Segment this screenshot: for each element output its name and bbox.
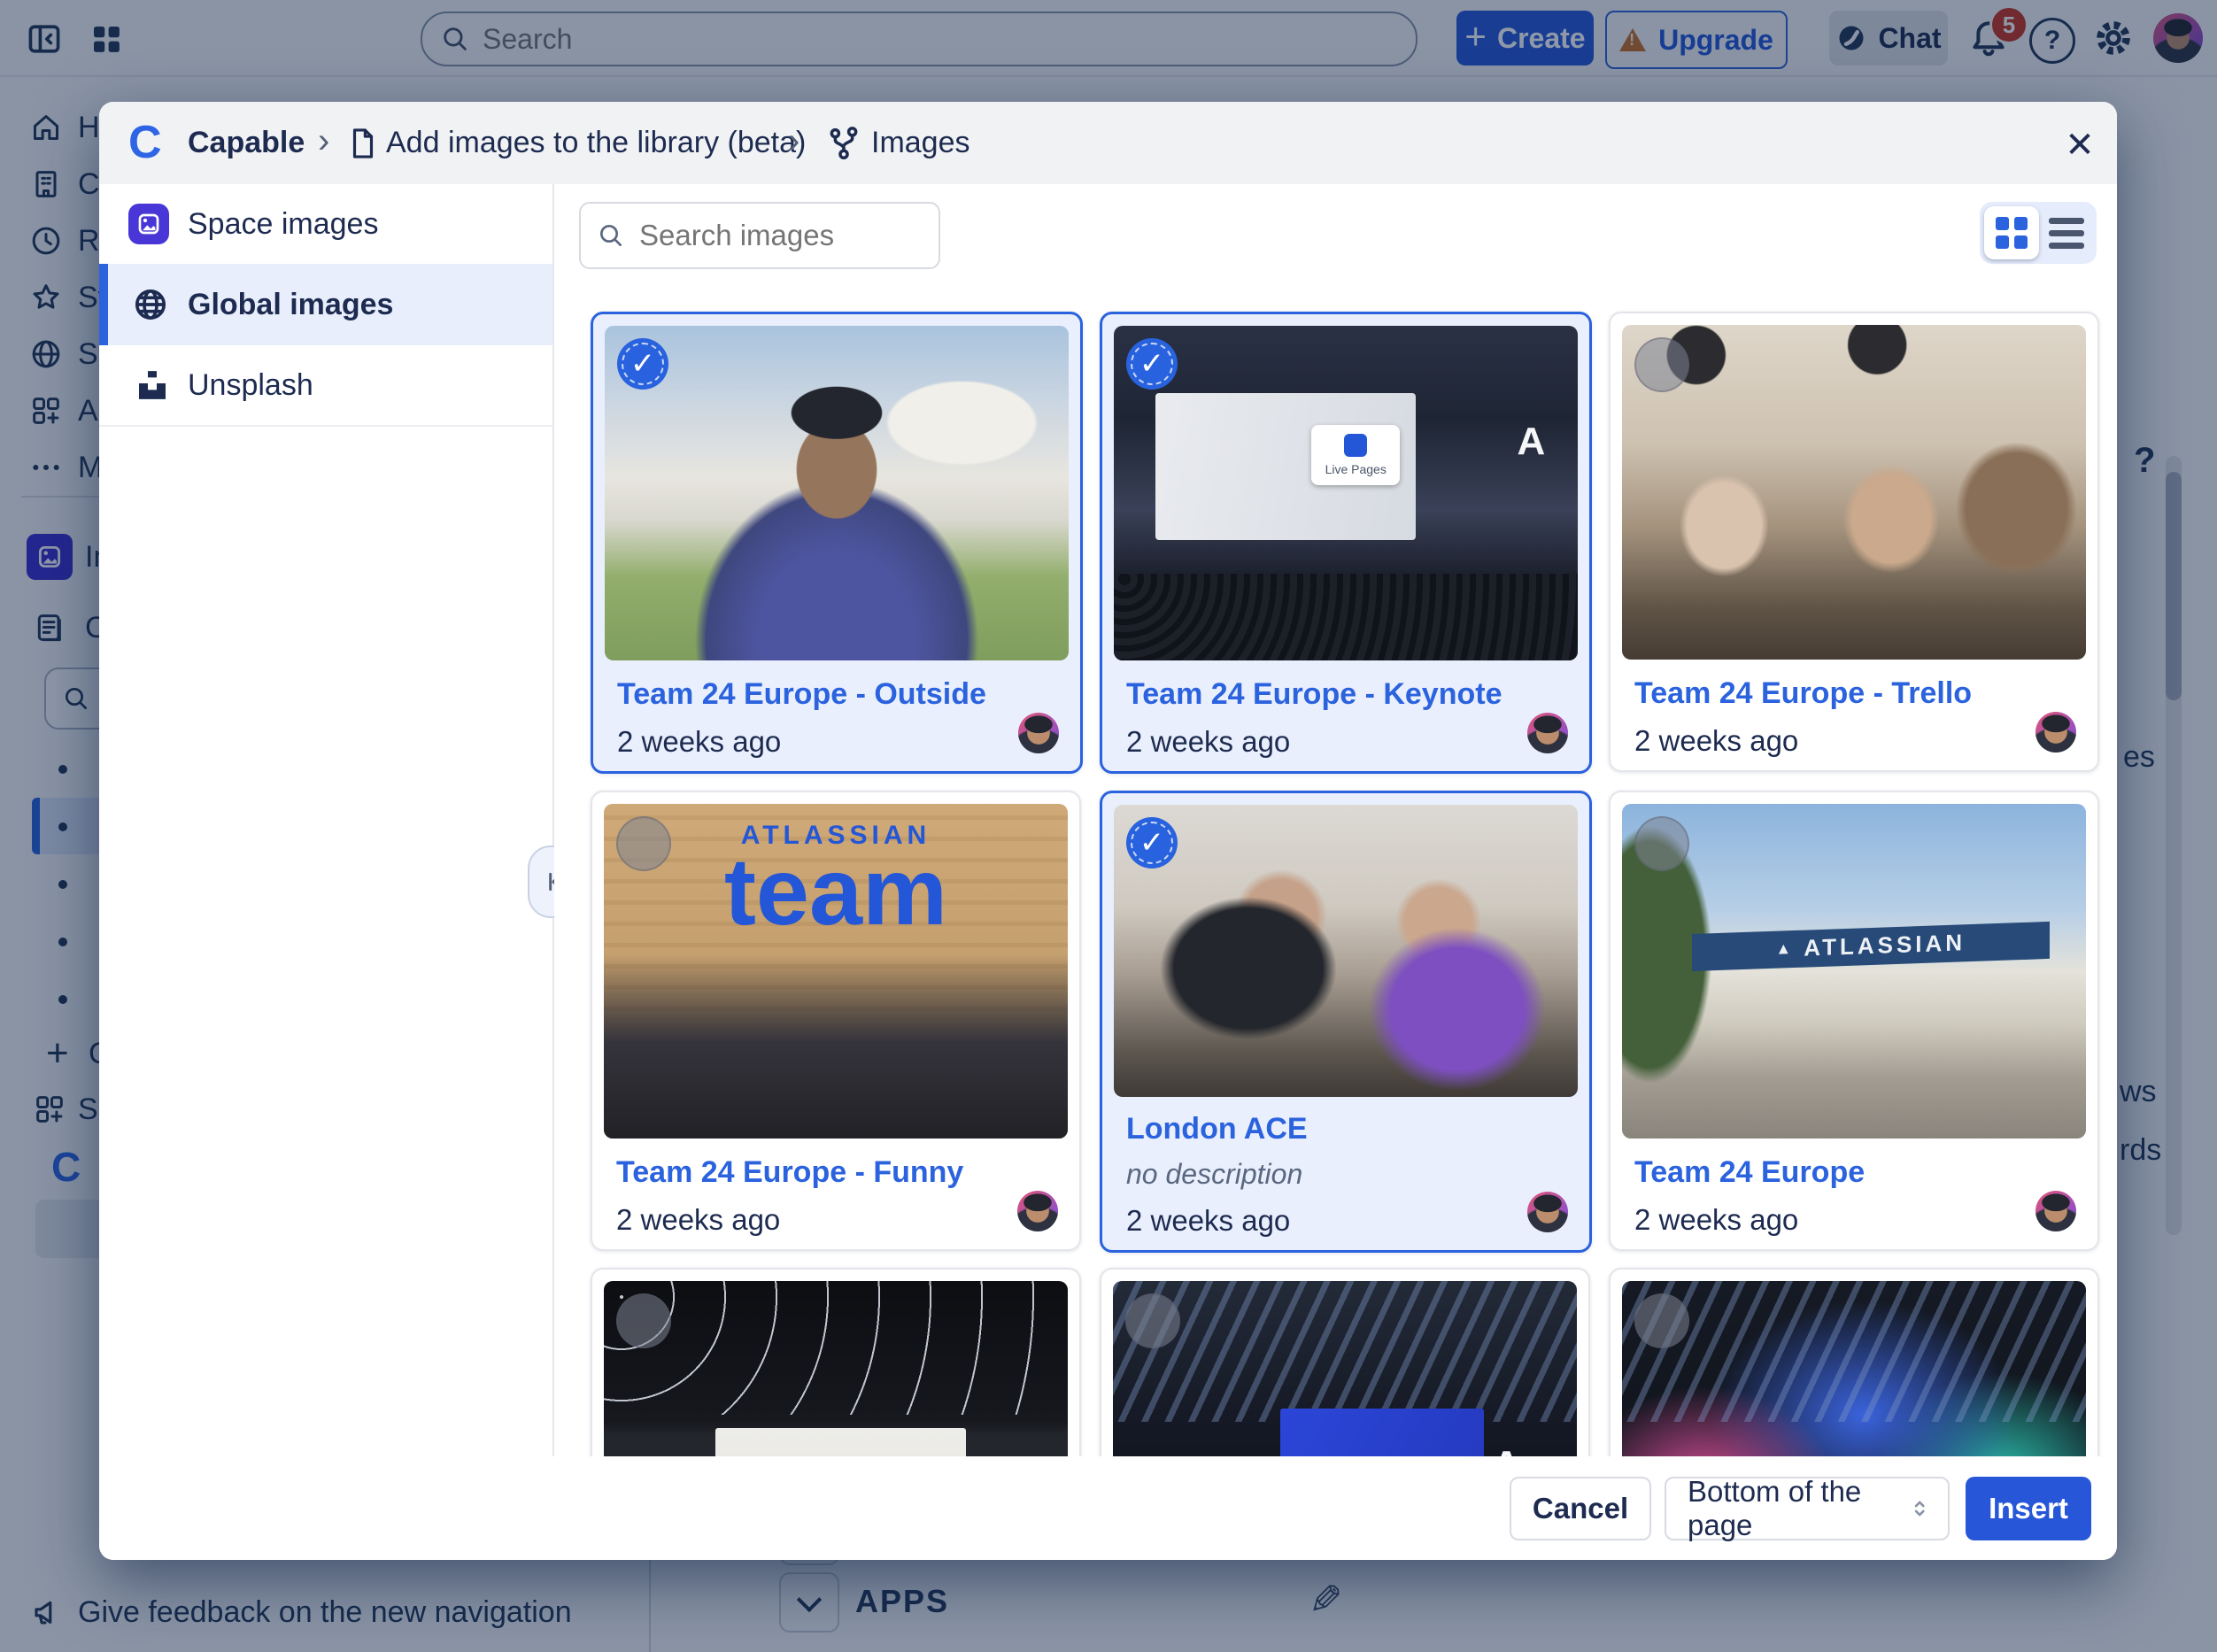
sidebar-item-global-images[interactable]: Global images [99, 264, 552, 347]
unsplash-icon [135, 367, 170, 403]
uploader-avatar [2035, 712, 2076, 753]
stage-truss [1113, 1281, 1577, 1422]
grid-view-button[interactable] [1984, 206, 2039, 259]
branch-icon [825, 125, 862, 162]
capable-logo: C [128, 120, 162, 166]
insert-position-select[interactable]: Bottom of the page [1665, 1477, 1950, 1540]
list-view-button[interactable] [2039, 206, 2094, 259]
group-silhouette [604, 954, 1068, 1139]
page-icon [346, 127, 380, 160]
image-description: no description [1126, 1158, 1302, 1191]
uploader-avatar [1527, 713, 1568, 753]
image-title: Team 24 Europe - Keynote [1126, 677, 1502, 712]
selected-check-icon[interactable] [1126, 338, 1178, 390]
uploader-avatar [1018, 713, 1059, 753]
uploader-avatar [1527, 1192, 1568, 1232]
selected-indicator [99, 264, 108, 345]
stage-truss [1622, 1281, 2086, 1422]
image-thumbnail: ATLASSIAN team [604, 804, 1068, 1139]
image-card[interactable]: Team 24 Europe - Trello 2 weeks ago [1609, 312, 2099, 772]
image-thumbnail: Live Pages A [1114, 326, 1578, 660]
ceiling-lights [604, 1281, 1068, 1415]
presentation-screen: Live Pages [1155, 393, 1415, 540]
cancel-button[interactable]: Cancel [1510, 1477, 1651, 1540]
image-thumbnail: A [1113, 1281, 1577, 1456]
modal-footer: Cancel Bottom of the page Insert [99, 1456, 2117, 1560]
select-chevrons-icon [1907, 1494, 1932, 1523]
sidebar-item-unsplash[interactable]: Unsplash [99, 345, 552, 427]
list-icon [2049, 218, 2084, 224]
image-card[interactable]: ATLASSIAN team Team 24 Europe - Funny 2 … [591, 791, 1081, 1251]
image-card[interactable]: ▲ ATLASSIAN Team 24 Europe 2 weeks ago [1609, 791, 2099, 1251]
image-title: Team 24 Europe - Funny [616, 1155, 963, 1190]
close-icon[interactable]: ✕ [2058, 123, 2102, 167]
uploader-avatar [1017, 1191, 1058, 1231]
globe-icon [131, 285, 170, 324]
image-thumbnail [605, 326, 1069, 660]
selected-check-icon[interactable] [617, 338, 668, 390]
atlassian-logo: A [1492, 1441, 1521, 1456]
search-icon [597, 221, 625, 250]
breadcrumb-separator: › [318, 121, 329, 161]
unselected-check-icon[interactable] [616, 1293, 671, 1348]
stage-screen [1280, 1409, 1485, 1456]
application-window: + Create Upgrade Chat 5 ? [0, 0, 2217, 1652]
insert-position-value: Bottom of the page [1688, 1475, 1907, 1542]
audience [1114, 574, 1578, 660]
image-card[interactable]: London ACE no description 2 weeks ago [1100, 791, 1592, 1253]
insert-button[interactable]: Insert [1966, 1477, 2091, 1540]
breadcrumb-app[interactable]: Capable [188, 126, 305, 160]
breadcrumb-separator: › [788, 121, 800, 161]
live-pages-card: Live Pages [1311, 425, 1400, 485]
image-library-content: Team 24 Europe - Outside 2 weeks ago Liv… [554, 184, 2117, 1456]
sidebar-item-space-images[interactable]: Space images [99, 184, 552, 266]
image-date: 2 weeks ago [616, 1203, 780, 1237]
image-card[interactable]: Live Pages A Team 24 Europe - Keynote 2 … [1100, 312, 1592, 774]
image-search[interactable] [579, 202, 940, 269]
unselected-check-icon[interactable] [616, 816, 671, 871]
image-date: 2 weeks ago [1634, 724, 1798, 758]
image-title: Team 24 Europe - Trello [1634, 676, 1972, 711]
unselected-check-icon[interactable] [1634, 816, 1689, 871]
image-title: London ACE [1126, 1112, 1308, 1146]
image-date: 2 weeks ago [617, 725, 781, 759]
image-thumbnail: ▲ ATLASSIAN [1622, 804, 2086, 1139]
grid-icon [1996, 217, 2028, 249]
image-card[interactable]: Team 24 Europe - Outside 2 weeks ago [591, 312, 1083, 774]
unselected-check-icon[interactable] [1125, 1293, 1180, 1348]
image-card[interactable]: A [1100, 1268, 1590, 1456]
image-date: 2 weeks ago [1634, 1203, 1798, 1237]
add-images-modal: C Capable › Add images to the library (b… [99, 102, 2117, 1560]
venue-banner: ▲ ATLASSIAN [1692, 922, 2050, 971]
view-toggle [1980, 202, 2097, 264]
image-card[interactable] [591, 1268, 1081, 1456]
image-card[interactable] [1609, 1268, 2099, 1456]
image-title: Team 24 Europe [1634, 1155, 1865, 1190]
unselected-check-icon[interactable] [1634, 337, 1689, 392]
selected-check-icon[interactable] [1126, 817, 1178, 868]
breadcrumb-section[interactable]: Images [871, 126, 970, 160]
breadcrumb-page[interactable]: Add images to the library (beta) [386, 126, 806, 160]
expo-booth [715, 1428, 966, 1456]
image-thumbnail [1114, 805, 1578, 1097]
image-thumbnail [604, 1281, 1068, 1456]
space-images-icon [128, 204, 169, 244]
modal-header: C Capable › Add images to the library (b… [99, 102, 2117, 186]
x-logo-icon [1344, 434, 1367, 457]
image-date: 2 weeks ago [1126, 1204, 1290, 1238]
atlassian-logo: A [1518, 420, 1546, 464]
uploader-avatar [2035, 1191, 2076, 1231]
image-search-input[interactable] [637, 218, 907, 253]
unselected-check-icon[interactable] [1634, 1293, 1689, 1348]
image-thumbnail [1622, 325, 2086, 660]
image-date: 2 weeks ago [1126, 725, 1290, 759]
image-thumbnail [1622, 1281, 2086, 1456]
image-title: Team 24 Europe - Outside [617, 677, 986, 712]
